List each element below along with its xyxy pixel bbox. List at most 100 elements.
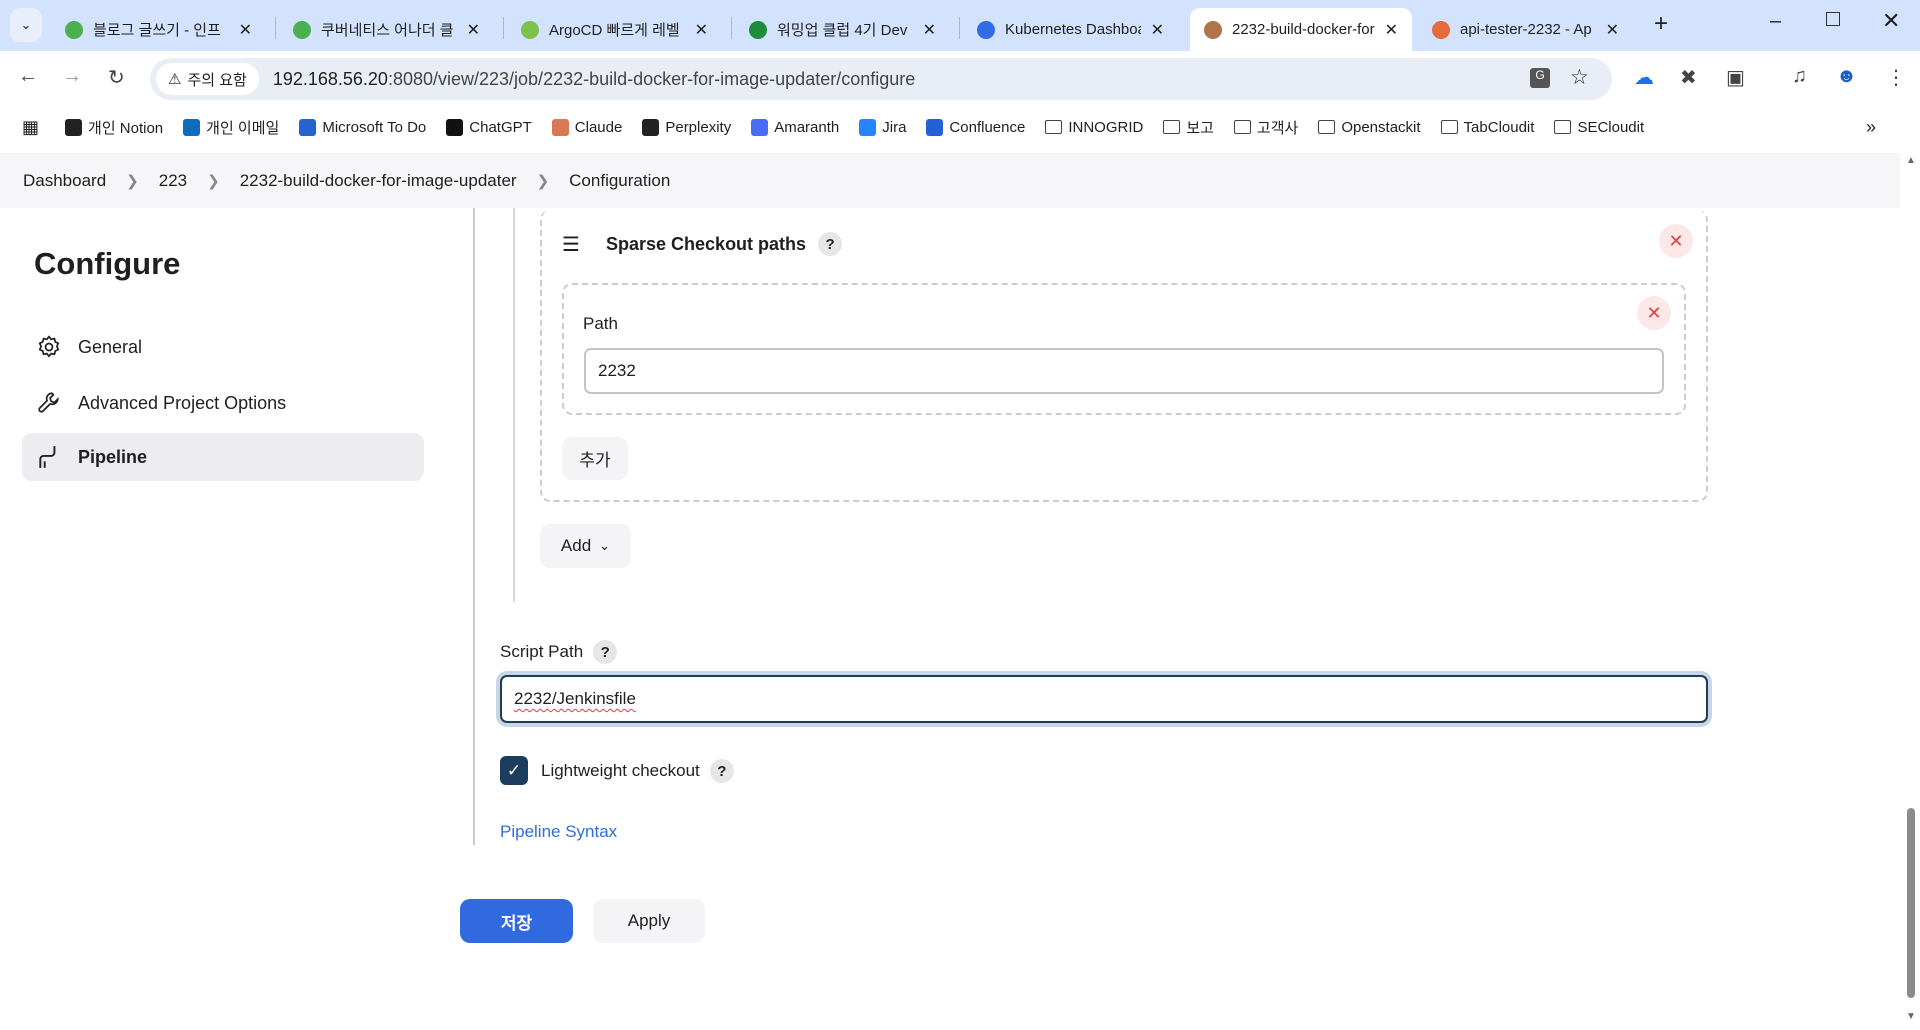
browser-tab[interactable]: Kubernetes Dashboard ✕	[963, 8, 1178, 51]
bookmark-item[interactable]: Claude	[551, 117, 622, 138]
bookmark-item[interactable]: Jira	[859, 117, 906, 138]
drag-handle-icon[interactable]: ☰	[562, 232, 580, 257]
close-tab-icon[interactable]: ✕	[239, 20, 252, 40]
favicon-icon	[1204, 20, 1222, 39]
section-indent-line	[513, 208, 515, 602]
favicon-icon	[521, 20, 539, 39]
breadcrumb-dashboard[interactable]: Dashboard	[23, 171, 106, 191]
help-icon[interactable]: ?	[593, 640, 618, 664]
minimize-button[interactable]: –	[1770, 10, 1781, 33]
close-tab-icon[interactable]: ✕	[923, 20, 936, 40]
bookmark-item[interactable]: 개인 이메일	[183, 117, 279, 138]
bookmark-label: Openstackit	[1341, 118, 1421, 136]
gear-icon	[38, 335, 60, 358]
tab-title: ArgoCD 빠르게 레벨	[549, 22, 680, 39]
bookmark-item[interactable]: TabCloudit	[1440, 117, 1534, 138]
folder-icon	[1554, 120, 1572, 134]
path-input[interactable]: 2232	[584, 348, 1664, 394]
apply-button[interactable]: Apply	[593, 899, 705, 943]
breadcrumb-job[interactable]: 2232-build-docker-for-image-updater	[240, 171, 517, 191]
bookmark-item[interactable]: SECloudit	[1554, 117, 1644, 138]
scrollbar-thumb[interactable]	[1907, 808, 1915, 998]
close-window-button[interactable]: ✕	[1882, 8, 1900, 34]
bookmark-favicon-icon	[299, 118, 317, 136]
sidebar-item-general[interactable]: General	[22, 323, 424, 371]
bookmark-label: Amaranth	[774, 118, 840, 136]
help-icon[interactable]: ?	[818, 232, 843, 256]
chevron-down-icon: ⌄	[599, 538, 611, 553]
delete-path-button[interactable]: ✕	[1637, 296, 1671, 330]
bookmark-item[interactable]: Microsoft To Do	[299, 117, 426, 138]
browser-tab[interactable]: 2232-build-docker-for-image-updater ✕	[1190, 8, 1412, 51]
bookmark-item[interactable]: Confluence	[926, 117, 1025, 138]
cloud-extension-icon[interactable]: ☁	[1634, 65, 1654, 90]
close-tab-icon[interactable]: ✕	[1385, 20, 1398, 40]
bookmarks-bar: ▦ 개인 Notion 개인 이메일 Microsoft To Do ChatGPT C…	[0, 107, 1920, 147]
script-path-input[interactable]: 2232/Jenkinsfile	[500, 675, 1708, 723]
add-path-button[interactable]: 추가	[562, 437, 628, 480]
folder-icon	[1163, 120, 1181, 134]
extension-icon-2[interactable]: ✖	[1680, 65, 1697, 90]
close-tab-icon[interactable]: ✕	[695, 20, 708, 40]
bookmark-item[interactable]: Perplexity	[642, 117, 731, 138]
browser-toolbar: ← → ↻ ⚠ 주의 요함 192.168.56.20:8080/view/223…	[0, 51, 1920, 107]
bookmark-favicon-icon	[751, 118, 769, 136]
lightweight-checkout-checkbox[interactable]: ✓	[500, 756, 528, 785]
bookmark-item[interactable]: ChatGPT	[446, 117, 532, 138]
star-icon[interactable]: ☆	[1570, 65, 1589, 90]
address-bar[interactable]: ⚠ 주의 요함 192.168.56.20:8080/view/223/job/2…	[150, 58, 1612, 100]
bookmark-favicon-icon	[446, 118, 464, 136]
translate-icon[interactable]: G	[1530, 68, 1550, 88]
bookmark-item[interactable]: INNOGRID	[1045, 117, 1143, 138]
bookmark-item[interactable]: Amaranth	[751, 117, 839, 138]
security-chip[interactable]: ⚠ 주의 요함	[156, 63, 259, 95]
scrollbar[interactable]: ▲ ▼	[1902, 153, 1920, 1030]
browser-tab[interactable]: ArgoCD 빠르게 레벨 ✕	[507, 8, 722, 51]
url-text[interactable]: 192.168.56.20:8080/view/223/job/2232-bui…	[273, 69, 915, 90]
restore-button[interactable]	[1826, 12, 1840, 26]
browser-tab[interactable]: 워밍업 클럽 4기 Dev ✕	[735, 8, 950, 51]
sparse-checkout-header: Sparse Checkout paths ?	[606, 232, 843, 256]
tab-search-button[interactable]: ⌄	[10, 8, 42, 42]
profile-icon[interactable]: ☻	[1836, 65, 1857, 88]
browser-tab[interactable]: 쿠버네티스 어나더 클 ✕	[279, 8, 494, 51]
forward-icon[interactable]: →	[62, 65, 82, 88]
bookmark-label: Perplexity	[665, 118, 732, 136]
more-bookmarks-icon[interactable]: »	[1866, 117, 1876, 138]
wrench-icon	[38, 392, 59, 413]
pipeline-syntax-link[interactable]: Pipeline Syntax	[500, 822, 617, 842]
bookmark-label: SECloudit	[1577, 118, 1645, 136]
back-icon[interactable]: ←	[18, 65, 38, 88]
breadcrumb: Dashboard ❯ 223 ❯ 2232-build-docker-for-im…	[0, 153, 1900, 208]
sidebar-item-advanced-project-options[interactable]: Advanced Project Options	[22, 379, 424, 427]
media-icon[interactable]: ♫	[1792, 65, 1807, 88]
path-label: Path	[583, 314, 618, 333]
script-path-label: Script Path ?	[500, 640, 618, 664]
new-tab-button[interactable]: +	[1654, 10, 1668, 38]
bookmark-item[interactable]: Openstackit	[1318, 117, 1421, 138]
apps-icon[interactable]: ▦	[22, 117, 39, 138]
folder-icon	[1233, 120, 1251, 134]
extensions-icon[interactable]: ▣	[1726, 65, 1745, 90]
close-tab-icon[interactable]: ✕	[1151, 20, 1164, 40]
help-icon[interactable]: ?	[709, 759, 734, 783]
tab-separator	[731, 17, 732, 39]
close-tab-icon[interactable]: ✕	[467, 20, 480, 40]
browser-tab[interactable]: api-tester-2232 - Ap ✕	[1418, 8, 1633, 51]
breadcrumb-folder[interactable]: 223	[159, 171, 187, 191]
bookmark-item[interactable]: 보고	[1163, 117, 1214, 138]
sidebar-item-pipeline[interactable]: Pipeline	[22, 433, 424, 481]
menu-icon[interactable]: ⋮	[1886, 65, 1906, 90]
chevron-right-icon: ❯	[536, 172, 550, 190]
browser-tab[interactable]: 블로그 글쓰기 - 인프 ✕	[51, 8, 266, 51]
bookmark-favicon-icon	[926, 118, 944, 136]
add-dropdown-button[interactable]: Add ⌄	[540, 524, 631, 568]
folder-icon	[1318, 120, 1336, 134]
save-button[interactable]: 저장	[460, 899, 573, 943]
bookmark-item[interactable]: 고객사	[1233, 117, 1298, 138]
reload-icon[interactable]: ↻	[108, 65, 125, 90]
close-tab-icon[interactable]: ✕	[1606, 20, 1619, 40]
delete-section-button[interactable]: ✕	[1659, 224, 1693, 258]
bookmark-item[interactable]: 개인 Notion	[65, 117, 163, 138]
favicon-icon	[1432, 20, 1450, 39]
